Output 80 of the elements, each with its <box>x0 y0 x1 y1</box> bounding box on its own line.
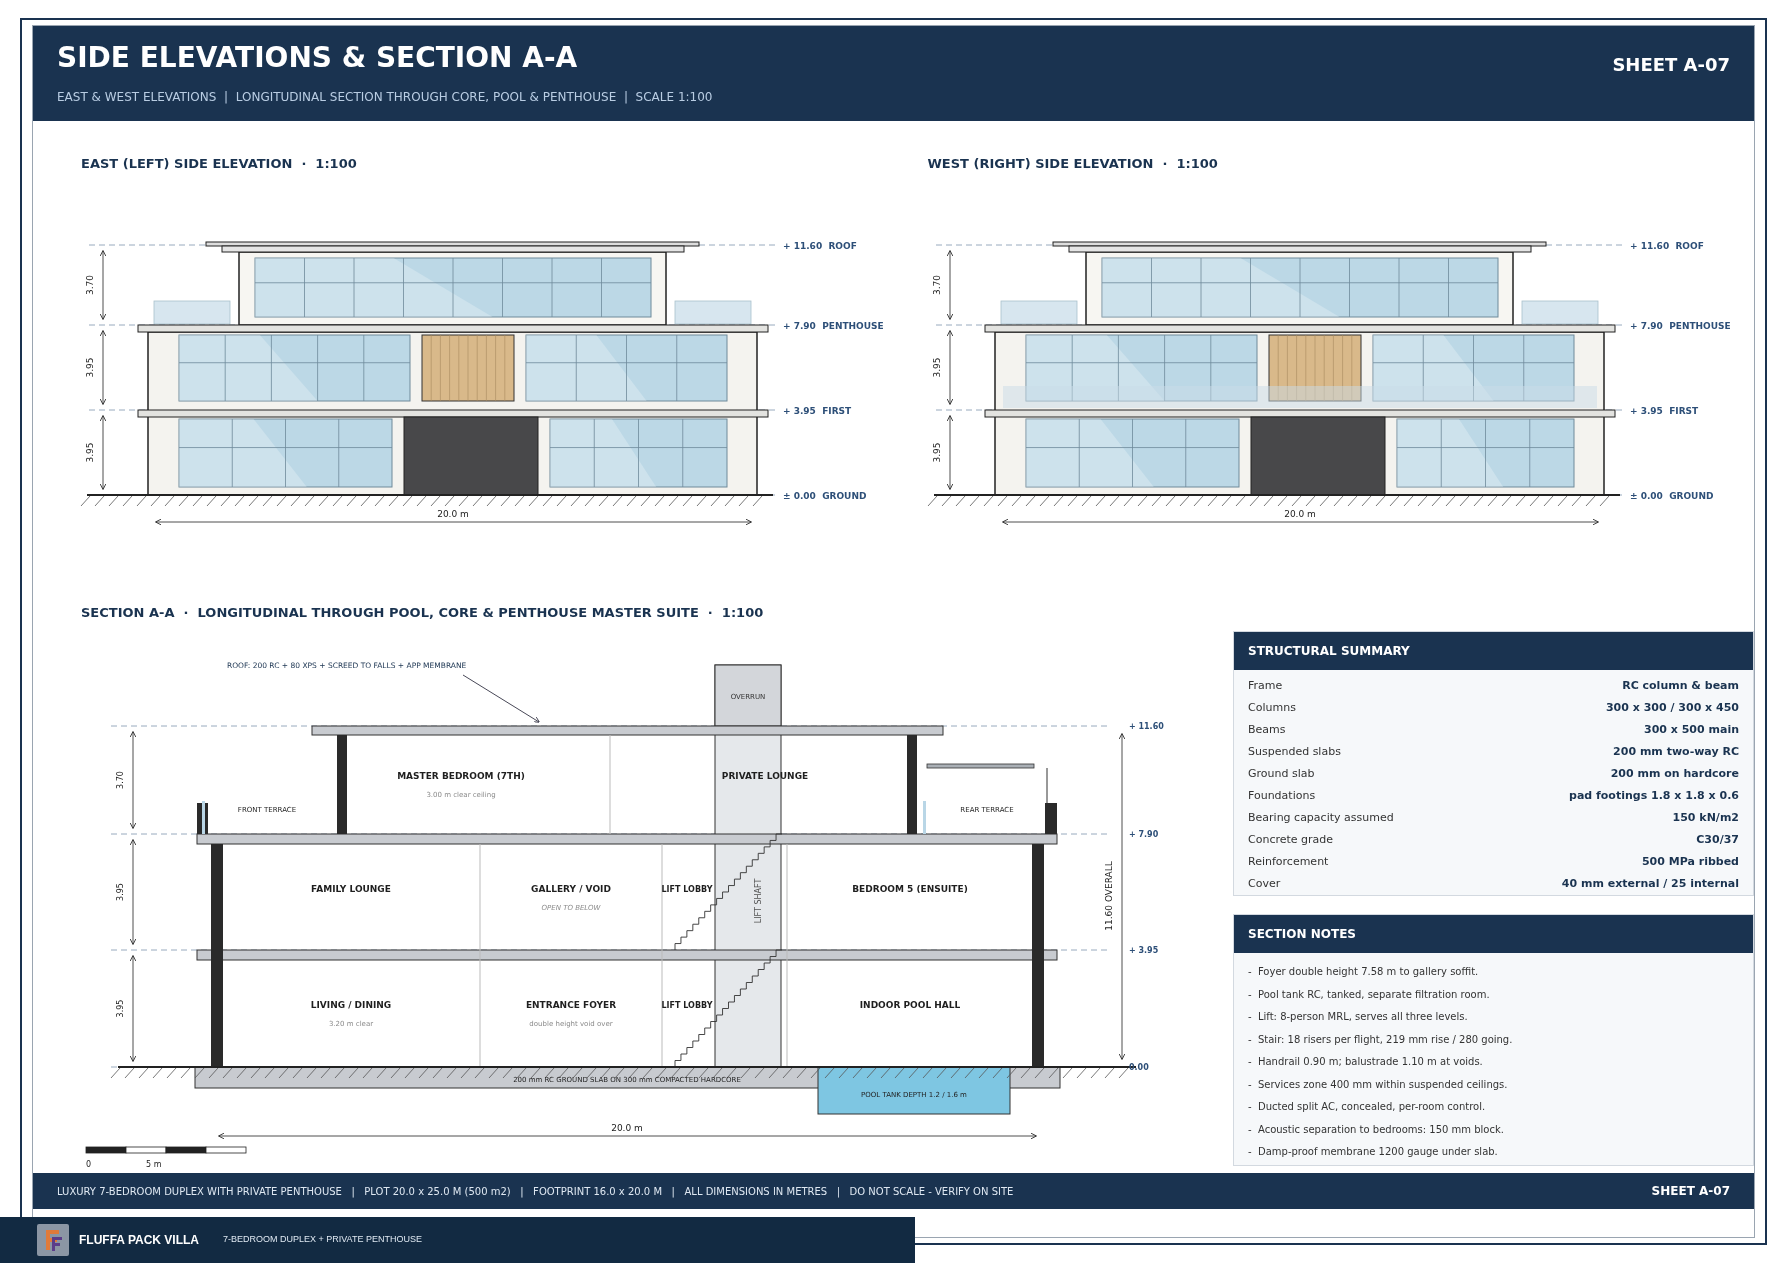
dimension-label: 3.70 <box>931 275 942 295</box>
summary-label: Foundations <box>1248 787 1316 804</box>
summary-value: C30/37 <box>1696 831 1739 848</box>
dimension-label: 3.95 <box>85 357 95 378</box>
elevation-title: WEST (RIGHT) SIDE ELEVATION · 1:100 <box>926 155 1219 172</box>
summary-label: Cover <box>1248 875 1281 892</box>
summary-value: 300 x 300 / 300 x 450 <box>1605 699 1739 716</box>
summary-value: 200 mm on hardcore <box>1610 765 1739 782</box>
room-label: GALLERY / VOID <box>531 884 611 894</box>
note-item: - Handrail 0.90 m; balustrade 1.10 m at voids. <box>1248 1055 1484 1069</box>
summary-label: Suspended slabs <box>1248 743 1341 760</box>
dimension-label: 11.60 OVERALL <box>1104 861 1114 931</box>
note-item: - Services zone 400 mm within suspended ceilings. <box>1248 1077 1509 1092</box>
note-item: - Pool tank RC, tanked, separate filtration room. <box>1248 987 1491 1002</box>
dimension-label: 20.0 m <box>611 1123 643 1133</box>
summary-label: Ground slab <box>1248 765 1315 782</box>
summary-value: 500 MPa ribbed <box>1641 853 1739 870</box>
summary-value: 200 mm two-way RC <box>1613 743 1739 760</box>
note-item: - Lift: 8-person MRL, serves all three levels. <box>1248 1010 1469 1024</box>
dimension-label: 3.95 <box>931 442 942 463</box>
level-label: + 3.95 <box>1129 946 1159 955</box>
logo-icon <box>37 1224 69 1256</box>
core-label: LIFT SHAFT <box>754 878 763 924</box>
section-title: SECTION A-A · LONGITUDINAL THROUGH POOL, CORE & PENTHOUSE MASTER SUITE · 1:100 <box>80 604 765 621</box>
elevation-title: EAST (LEFT) SIDE ELEVATION · 1:100 <box>80 155 358 172</box>
scale-label: 5 m <box>146 1160 162 1169</box>
summary-label: Bearing capacity assumed <box>1248 809 1394 826</box>
summary-value: 300 x 500 main <box>1644 721 1739 738</box>
note-item: - Foyer double height 7.58 m to gallery soffit. <box>1248 965 1480 979</box>
dimension-label: 3.70 <box>85 275 95 295</box>
level-label: + 7.90 PENTHOUSE <box>783 320 884 331</box>
dimension-label: 20.0 m <box>1283 509 1316 519</box>
sheet-number: SHEET A-07 <box>1612 53 1730 77</box>
level-label: ± 0.00 GROUND <box>1629 490 1713 501</box>
sheet-title: SIDE ELEVATIONS & SECTION A-A <box>57 41 579 75</box>
note-item: - Damp-proof membrane 1200 gauge under slab. <box>1248 1145 1499 1159</box>
level-label: + 7.90 <box>1129 830 1159 839</box>
dimension-label: 3.95 <box>931 357 942 378</box>
summary-label: Columns <box>1248 699 1296 716</box>
room-label: ENTRANCE FOYER <box>525 1000 617 1010</box>
level-label: + 11.60 <box>1129 722 1164 731</box>
scale-label: 0 <box>86 1160 92 1169</box>
footer-text: LUXURY 7-BEDROOM DUPLEX WITH PRIVATE PENTHOUSE | PLOT 20.0 x 25.0 M (500 m2) | FOOTPRINT 16.0 x 20.0 M | ALL DIMENSIONS IN METRES | DO NOT SCALE - VERIFY ON SITE <box>57 1184 1014 1199</box>
room-label: LIVING / DINING <box>310 1000 392 1010</box>
room-label: BEDROOM 5 (ENSUITE) <box>852 884 968 894</box>
sheet-number: SHEET A-07 <box>1651 1183 1730 1200</box>
note-item: - Ducted split AC, concealed, per-room control. <box>1248 1100 1487 1114</box>
note-item: - Acoustic separation to bedrooms: 150 mm block. <box>1248 1122 1505 1137</box>
room-label: LIFT LOBBY <box>661 1001 713 1010</box>
room-label: LIFT LOBBY <box>661 885 713 894</box>
room-label: MASTER BEDROOM (7TH) <box>397 771 525 781</box>
dimension-label: 3.70 <box>116 771 125 789</box>
room-label: PRIVATE LOUNGE <box>721 771 809 781</box>
dimension-label: 3.95 <box>85 442 95 463</box>
level-label: 0.00 <box>1129 1063 1149 1072</box>
level-label: + 3.95 FIRST <box>783 405 852 416</box>
note-item: - Stair: 18 risers per flight, 219 mm rise / 280 going. <box>1248 1032 1514 1047</box>
panel-header: STRUCTURAL SUMMARY <box>1234 632 1753 670</box>
level-label: + 11.60 ROOF <box>783 240 857 251</box>
panel-header: SECTION NOTES <box>1234 915 1753 953</box>
dimension-label: 3.95 <box>116 883 125 901</box>
room-label: INDOOR POOL HALL <box>859 1000 961 1010</box>
summary-value: RC column & beam <box>1622 677 1739 694</box>
level-label: + 7.90 PENTHOUSE <box>1629 320 1731 331</box>
level-label: + 11.60 ROOF <box>1629 240 1704 251</box>
summary-label: Concrete grade <box>1248 831 1334 848</box>
brand-name: FLUFFA PACK VILLA <box>79 1232 199 1249</box>
dimension-label: 20.0 m <box>437 509 469 519</box>
brand-tagline: 7-BEDROOM DUPLEX + PRIVATE PENTHOUSE <box>223 1233 422 1247</box>
summary-value: 40 mm external / 25 internal <box>1561 875 1739 892</box>
room-label: FAMILY LOUNGE <box>311 884 391 894</box>
summary-label: Beams <box>1248 721 1286 738</box>
level-label: ± 0.00 GROUND <box>783 490 867 501</box>
summary-label: Frame <box>1248 677 1283 694</box>
summary-value: 150 kN/m2 <box>1672 809 1739 826</box>
summary-label: Reinforcement <box>1248 853 1329 870</box>
dimension-label: 3.95 <box>116 999 125 1018</box>
summary-value: pad footings 1.8 x 1.8 x 0.6 <box>1569 787 1739 804</box>
sheet-subtitle: EAST & WEST ELEVATIONS | LONGITUDINAL SECTION THROUGH CORE, POOL & PENTHOUSE | SCALE 1:100 <box>57 89 713 106</box>
level-label: + 3.95 FIRST <box>1629 405 1698 416</box>
